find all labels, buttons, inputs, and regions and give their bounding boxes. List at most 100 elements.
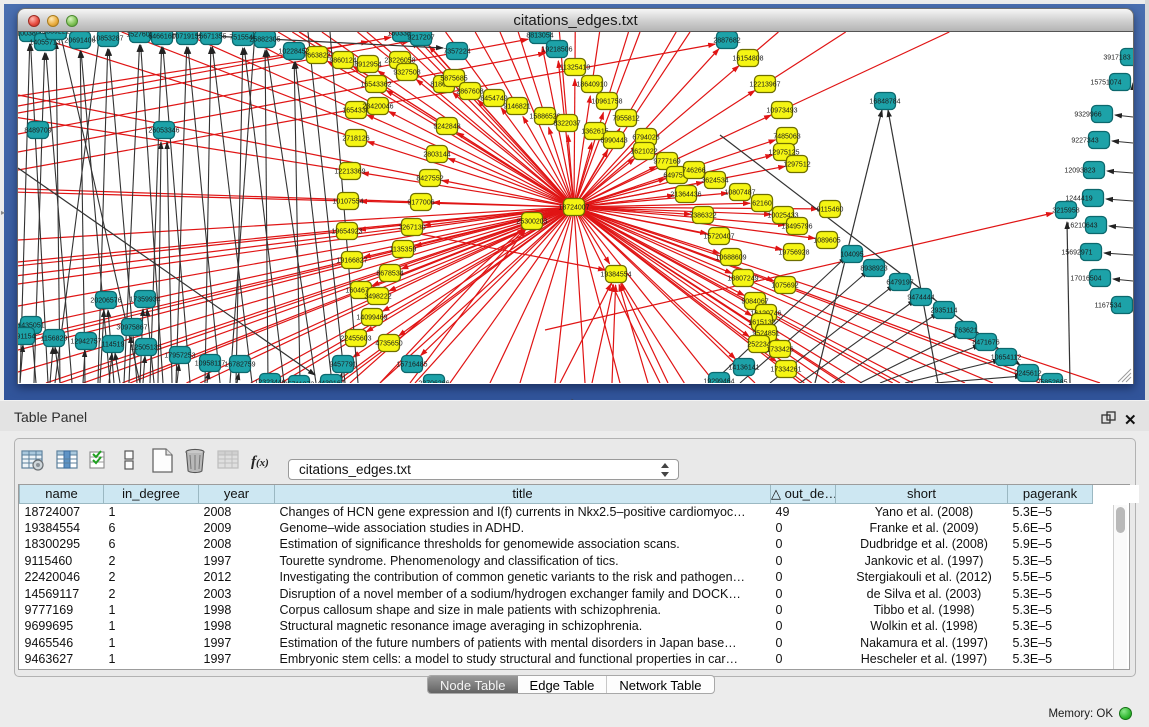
svg-text:15716485: 15716485	[396, 362, 427, 369]
svg-text:1135359: 1135359	[390, 247, 417, 254]
svg-text:3624534: 3624534	[701, 178, 728, 185]
svg-text:23706266: 23706266	[418, 381, 449, 384]
svg-text:21364436: 21364436	[670, 192, 701, 199]
svg-text:17957253: 17957253	[164, 353, 195, 360]
svg-text:19299464: 19299464	[703, 379, 734, 384]
svg-text:12213369: 12213369	[334, 169, 365, 176]
svg-text:19654923: 19654923	[331, 229, 362, 236]
svg-text:20691406: 20691406	[64, 38, 95, 45]
svg-text:14136141: 14136141	[728, 365, 759, 372]
svg-text:14055713: 14055713	[29, 40, 60, 47]
svg-text:5875685: 5875685	[440, 76, 467, 83]
svg-text:14099469: 14099469	[356, 315, 387, 322]
svg-text:13495796: 13495796	[781, 224, 812, 231]
svg-text:3917183: 3917183	[1103, 55, 1130, 62]
svg-text:10107554: 10107554	[332, 199, 363, 206]
svg-text:19384554: 19384554	[600, 272, 631, 279]
svg-text:16848784: 16848784	[869, 99, 900, 106]
svg-text:1244419: 1244419	[1065, 196, 1092, 203]
svg-text:10853287: 10853287	[92, 36, 123, 43]
svg-text:1839221: 1839221	[42, 32, 69, 36]
svg-text:746266: 746266	[682, 168, 705, 175]
svg-text:17334261: 17334261	[770, 367, 801, 374]
svg-text:1089605: 1089605	[813, 238, 840, 245]
svg-text:3267130: 3267130	[398, 225, 425, 232]
svg-text:8489709: 8489709	[24, 128, 51, 135]
svg-text:2935114: 2935114	[931, 308, 958, 315]
svg-text:1156829: 1156829	[41, 336, 68, 343]
svg-text:9146821: 9146821	[503, 104, 530, 111]
svg-text:19166827: 19166827	[336, 258, 367, 265]
svg-text:9245612: 9245612	[1014, 371, 1041, 378]
svg-text:1297512: 1297512	[783, 162, 810, 169]
svg-text:10654112: 10654112	[991, 355, 1022, 362]
svg-text:12505135: 12505135	[130, 345, 161, 352]
svg-text:3215958: 3215958	[1052, 208, 1079, 215]
svg-text:18807249: 18807249	[727, 276, 758, 283]
svg-text:6990443: 6990443	[600, 138, 627, 145]
svg-text:1075692: 1075692	[771, 283, 798, 290]
svg-text:1733426: 1733426	[766, 347, 793, 354]
svg-text:2803144: 2803144	[423, 152, 450, 159]
svg-text:9327508: 9327508	[393, 70, 420, 77]
svg-text:104095: 104095	[840, 252, 863, 259]
svg-text:9115460: 9115460	[817, 207, 844, 214]
svg-text:763621: 763621	[954, 328, 977, 335]
svg-text:4439167: 4439167	[317, 381, 344, 384]
svg-text:9777169: 9777169	[653, 159, 680, 166]
svg-text:9329966: 9329966	[1074, 112, 1101, 119]
svg-text:2867608: 2867608	[456, 89, 483, 96]
svg-text:15751074: 15751074	[1090, 80, 1121, 87]
svg-text:114519: 114519	[102, 342, 125, 349]
svg-text:23420046: 23420046	[362, 104, 393, 111]
svg-text:9177006: 9177006	[407, 200, 434, 207]
svg-text:1621022: 1621022	[630, 149, 657, 156]
svg-text:7485063: 7485063	[773, 134, 800, 141]
svg-text:25882305: 25882305	[249, 37, 280, 44]
svg-text:18640910: 18640910	[576, 82, 607, 89]
svg-text:19218506: 19218506	[541, 47, 572, 54]
svg-text:9242848: 9242848	[433, 124, 460, 131]
svg-text:9457791: 9457791	[329, 362, 356, 369]
svg-text:12093823: 12093823	[1064, 168, 1095, 175]
svg-text:15720407: 15720407	[703, 234, 734, 241]
svg-text:3498222: 3498222	[364, 294, 391, 301]
svg-text:8427552: 8427552	[416, 176, 443, 183]
svg-text:6794028: 6794028	[632, 135, 659, 142]
svg-text:2718126: 2718126	[342, 136, 369, 143]
svg-text:16210643: 16210643	[1066, 223, 1097, 230]
svg-text:16154808: 16154808	[732, 56, 763, 63]
svg-text:26053346: 26053346	[148, 128, 179, 135]
svg-text:22455603: 22455603	[340, 336, 371, 343]
svg-text:10228452: 10228452	[278, 49, 309, 56]
svg-text:25852685: 25852685	[1036, 380, 1067, 384]
svg-text:8938923: 8938923	[860, 266, 887, 273]
svg-text:7386322: 7386322	[689, 213, 716, 220]
svg-text:18724007: 18724007	[558, 205, 589, 212]
svg-text:2887682: 2887682	[713, 38, 740, 45]
svg-text:10961758: 10961758	[591, 99, 622, 106]
svg-text:25300203: 25300203	[516, 219, 547, 226]
svg-text:7357224: 7357224	[443, 49, 470, 56]
svg-text:12323446: 12323446	[254, 380, 285, 384]
svg-text:17359934: 17359934	[129, 297, 160, 304]
svg-text:30975867: 30975867	[116, 325, 147, 332]
svg-text:16782759: 16782759	[224, 362, 255, 369]
svg-text:8322037: 8322037	[553, 121, 580, 128]
svg-text:9227343: 9227343	[1071, 138, 1098, 145]
svg-text:16671355: 16671355	[195, 34, 226, 41]
svg-text:17016504: 17016504	[1070, 276, 1101, 283]
svg-text:1167534: 1167534	[1095, 303, 1122, 310]
svg-text:10973493: 10973493	[766, 108, 797, 115]
svg-text:8471676: 8471676	[972, 340, 999, 347]
svg-text:391154: 391154	[18, 334, 36, 341]
svg-text:9860124: 9860124	[329, 58, 356, 65]
svg-text:16543362: 16543362	[360, 82, 391, 89]
svg-text:4735650: 4735650	[375, 341, 402, 348]
svg-text:7955812: 7955812	[612, 116, 639, 123]
svg-text:19756928: 19756928	[778, 250, 809, 257]
svg-text:25711873: 25711873	[284, 382, 315, 384]
svg-text:20206576: 20206576	[90, 298, 121, 305]
svg-text:10807487: 10807487	[724, 190, 755, 197]
svg-text:10688609: 10688609	[715, 255, 746, 262]
